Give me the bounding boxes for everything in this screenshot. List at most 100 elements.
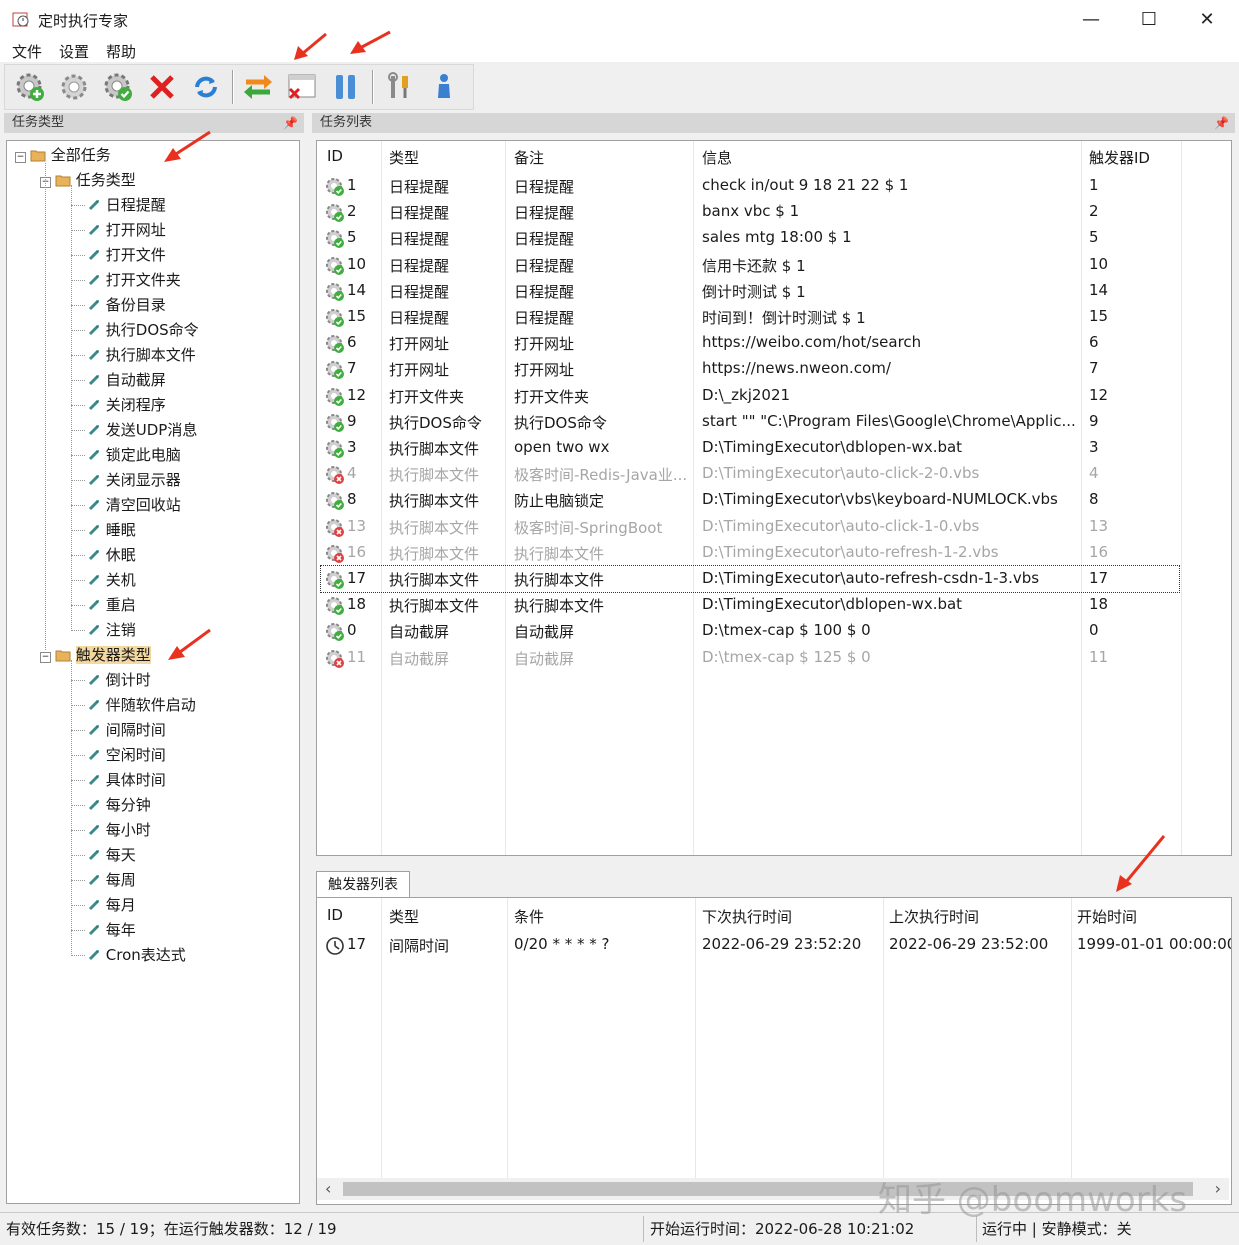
pin-icon[interactable]: 📌: [1214, 113, 1229, 133]
task-type: 打开网址: [389, 361, 450, 380]
tree-item-task-type[interactable]: 自动截屏: [71, 368, 166, 393]
delete-task-button[interactable]: [144, 70, 180, 104]
tree-item-task-type[interactable]: 日程提醒: [71, 193, 166, 218]
task-note: 打开文件夹: [514, 387, 590, 406]
minimize-button[interactable]: —: [1062, 0, 1120, 38]
tree-item-trigger-type[interactable]: 具体时间: [71, 768, 166, 793]
tree-item-task-type[interactable]: 打开网址: [71, 218, 166, 243]
tree-item-trigger-type[interactable]: 每分钟: [71, 793, 151, 818]
table-row[interactable]: 5 日程提醒 日程提醒 sales mtg 18:00 $ 15: [321, 225, 1179, 251]
table-row[interactable]: 13 执行脚本文件 极客时间-SpringBoot D:\TimingExecutor…: [321, 514, 1179, 540]
table-row[interactable]: 2 日程提醒 日程提醒 banx vbc $ 12: [321, 199, 1179, 225]
task-trigger: 18: [1089, 595, 1109, 614]
column-header[interactable]: 条件: [514, 906, 544, 927]
tree-item-task-type[interactable]: 关闭程序: [71, 393, 166, 418]
menu-file[interactable]: 文件: [12, 41, 42, 62]
table-row[interactable]: 17 间隔时间 0/20 * * * * ? 2022-06-29 23:52:20 2…: [321, 932, 1231, 958]
column-header[interactable]: 上次执行时间: [889, 906, 979, 927]
column-header[interactable]: 信息: [702, 147, 732, 168]
tree-item-trigger-type[interactable]: 每年: [71, 918, 136, 943]
tab-trigger-list[interactable]: 触发器列表: [316, 871, 410, 898]
trigger-list-grid: ID 类型 条件 下次执行时间 上次执行时间 开始时间 17 间隔时间 0/20 * * * *…: [316, 897, 1232, 1205]
tree-guide-line: [71, 185, 72, 631]
table-row[interactable]: 7 打开网址 打开网址 https://news.nweon.com/7: [321, 356, 1179, 382]
tree-item-task-type[interactable]: 注销: [71, 618, 136, 643]
table-row[interactable]: 4 执行脚本文件 极客时间-Redis-Java业... D:\TimingExecu…: [321, 461, 1179, 487]
maximize-button[interactable]: ☐: [1120, 0, 1178, 38]
tree-item-task-type[interactable]: 睡眠: [71, 518, 136, 543]
menu-help[interactable]: 帮助: [106, 41, 136, 62]
table-row[interactable]: 0 自动截屏 自动截屏 D:\tmex-cap $ 100 $ 00: [321, 618, 1179, 644]
column-header[interactable]: 类型: [389, 147, 419, 168]
column-header[interactable]: ID: [327, 147, 343, 165]
column-header[interactable]: 开始时间: [1077, 906, 1137, 927]
tree-root[interactable]: − 全部任务: [15, 143, 111, 168]
tree-item-label: 每小时: [105, 821, 151, 839]
tree-item-trigger-type[interactable]: 每小时: [71, 818, 151, 843]
settings-button[interactable]: [56, 70, 92, 104]
close-window-button[interactable]: [284, 70, 320, 104]
tree-item-task-type[interactable]: 执行脚本文件: [71, 343, 196, 368]
tree-item-trigger-type[interactable]: 空闲时间: [71, 743, 166, 768]
column-header[interactable]: 类型: [389, 906, 419, 927]
refresh-button[interactable]: [188, 70, 224, 104]
tree-item-trigger-type[interactable]: Cron表达式: [71, 943, 186, 968]
table-row[interactable]: 18 执行脚本文件 执行脚本文件 D:\TimingExecutor\dblopen-…: [321, 592, 1179, 618]
task-note: 日程提醒: [514, 256, 575, 275]
column-header[interactable]: ID: [327, 906, 343, 924]
tree-group-trigger-types[interactable]: − 触发器类型: [40, 643, 151, 668]
tree-item-trigger-type[interactable]: 每月: [71, 893, 136, 918]
tree-item-trigger-type[interactable]: 倒计时: [71, 668, 151, 693]
task-trigger: 4: [1089, 464, 1099, 483]
tree-group-task-types[interactable]: − 任务类型: [40, 168, 136, 193]
tree-item-task-type[interactable]: 打开文件夹: [71, 268, 181, 293]
task-note: 日程提醒: [514, 204, 575, 223]
table-row[interactable]: 8 执行脚本文件 防止电脑锁定 D:\TimingExecutor\vbs\keybo…: [321, 487, 1179, 513]
tools-button[interactable]: [382, 70, 418, 104]
tree-item-task-type[interactable]: 重启: [71, 593, 136, 618]
tree-item-trigger-type[interactable]: 间隔时间: [71, 718, 166, 743]
tree-item-task-type[interactable]: 锁定此电脑: [71, 443, 181, 468]
swap-button[interactable]: [240, 70, 276, 104]
table-row[interactable]: 16 执行脚本文件 执行脚本文件 D:\TimingExecutor\auto-ref…: [321, 540, 1179, 566]
tree-item-task-type[interactable]: 清空回收站: [71, 493, 181, 518]
collapse-toggle-icon[interactable]: −: [15, 152, 26, 163]
table-row[interactable]: 12 打开文件夹 打开文件夹 D:\_zkj2021 12: [321, 383, 1179, 409]
tree-item-label: 重启: [105, 596, 136, 614]
tree-item-task-type[interactable]: 打开文件: [71, 243, 166, 268]
folder-icon: [30, 150, 46, 162]
tree-item-task-type[interactable]: 发送UDP消息: [71, 418, 197, 443]
table-row[interactable]: 11 自动截屏 自动截屏 D:\tmex-cap $ 125 $ 0 11: [321, 645, 1179, 671]
scroll-left-arrow[interactable]: ‹: [325, 1179, 331, 1198]
collapse-toggle-icon[interactable]: −: [40, 652, 51, 663]
tree-item-trigger-type[interactable]: 每周: [71, 868, 136, 893]
tree-item-trigger-type[interactable]: 伴随软件启动: [71, 693, 196, 718]
table-row[interactable]: 9 执行DOS命令 执行DOS命令 start "" "C:\Program File…: [321, 409, 1179, 435]
close-button[interactable]: ✕: [1178, 0, 1236, 38]
table-row[interactable]: 6 打开网址 打开网址 https://weibo.com/hot/search 6: [321, 330, 1179, 356]
tree-item-task-type[interactable]: 备份目录: [71, 293, 166, 318]
table-row[interactable]: 15 日程提醒 日程提醒 时间到！倒计时测试 $ 1 15: [321, 304, 1179, 330]
table-row[interactable]: 14 日程提醒 日程提醒 倒计时测试 $ 1 14: [321, 278, 1179, 304]
pause-button[interactable]: [328, 70, 364, 104]
add-task-button[interactable]: [12, 70, 48, 104]
menu-settings[interactable]: 设置: [59, 41, 89, 62]
enable-task-button[interactable]: [100, 70, 136, 104]
column-header[interactable]: 下次执行时间: [702, 906, 792, 927]
column-header[interactable]: 触发器ID: [1089, 147, 1150, 168]
tree-item-task-type[interactable]: 休眠: [71, 543, 136, 568]
table-row[interactable]: 3 执行脚本文件 open two wx D:\TimingExecutor\dblo…: [321, 435, 1179, 461]
info-button[interactable]: [426, 70, 462, 104]
splitter[interactable]: [312, 862, 1235, 872]
table-row[interactable]: 17 执行脚本文件 执行脚本文件 D:\TimingExecutor\auto-ref…: [320, 565, 1180, 593]
tree-item-trigger-type[interactable]: 每天: [71, 843, 136, 868]
scroll-right-arrow[interactable]: ›: [1215, 1179, 1221, 1198]
tree-item-task-type[interactable]: 关机: [71, 568, 136, 593]
tree-item-task-type[interactable]: 执行DOS命令: [71, 318, 199, 343]
tree-item-task-type[interactable]: 关闭显示器: [71, 468, 181, 493]
table-row[interactable]: 10 日程提醒 日程提醒 信用卡还款 $ 1 10: [321, 252, 1179, 278]
table-row[interactable]: 1 日程提醒 日程提醒 check in/out 9 18 21 22 $ 11: [321, 173, 1179, 199]
tree-item-label: 关闭程序: [105, 396, 166, 414]
column-header[interactable]: 备注: [514, 147, 544, 168]
pin-icon[interactable]: 📌: [283, 113, 298, 133]
